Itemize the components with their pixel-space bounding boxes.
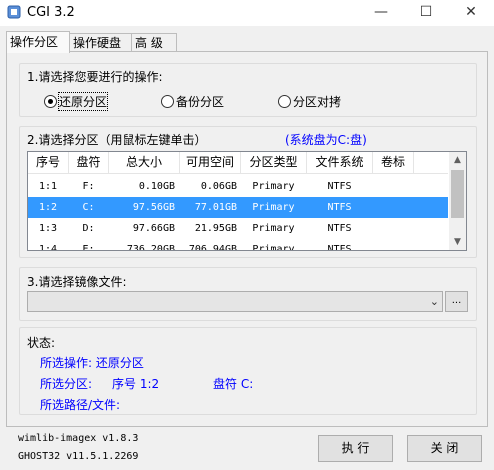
table-header: 序号 盘符 总大小 可用空间 分区类型 文件系统 卷标 xyxy=(28,152,448,174)
image-file-combobox[interactable]: ⌄ xyxy=(27,291,443,312)
window-title: CGI 3.2 xyxy=(27,5,75,20)
cell-fs: NTFS xyxy=(327,244,352,251)
title-bar: CGI 3.2 — ☐ ✕ xyxy=(0,0,494,26)
browse-button[interactable]: ... xyxy=(445,291,468,312)
status-partition-label: 所选分区: xyxy=(40,377,93,391)
radio-copy-label: 分区对拷 xyxy=(293,95,342,109)
cell-total: 97.66GB xyxy=(132,223,175,234)
cell-num: 1:4 xyxy=(38,244,58,251)
cell-free: 21.95GB xyxy=(194,223,237,234)
column-header-label[interactable]: 卷标 xyxy=(373,152,414,173)
scroll-up-icon[interactable]: ▲ xyxy=(449,152,466,168)
radio-restore-label: 还原分区 xyxy=(57,92,109,111)
cell-total: 97.56GB xyxy=(132,202,175,213)
cell-type: Primary xyxy=(252,223,295,234)
table-row-selected[interactable]: 1:2 C: 97.56GB 77.01GB Primary NTFS xyxy=(28,197,448,218)
column-header-type[interactable]: 分区类型 xyxy=(241,152,307,173)
image-file-label: 3.请选择镜像文件: xyxy=(27,275,127,289)
radio-copy-indicator xyxy=(278,95,291,108)
cell-drive: F: xyxy=(82,181,95,192)
tab-operate-partition[interactable]: 操作分区 xyxy=(6,31,70,53)
status-label: 状态: xyxy=(27,336,56,350)
cell-type: Primary xyxy=(252,181,295,192)
table-scrollbar[interactable]: ▲ ▼ xyxy=(449,152,466,250)
maximize-button[interactable]: ☐ xyxy=(403,0,449,26)
cell-volume-label xyxy=(373,176,413,197)
cell-free: 706.94GB xyxy=(188,244,237,251)
cell-num: 1:3 xyxy=(38,223,58,234)
cell-num: 1:2 xyxy=(38,202,58,213)
execute-button[interactable]: 执 行 xyxy=(318,435,393,462)
operation-label: 1.请选择您要进行的操作: xyxy=(27,70,163,84)
table-row[interactable]: 1:1 F: 0.10GB 0.06GB Primary NTFS xyxy=(28,176,448,197)
status-operation: 所选操作: 还原分区 xyxy=(40,356,144,370)
partition-table[interactable]: 序号 盘符 总大小 可用空间 分区类型 文件系统 卷标 1:1 F: 0.10G… xyxy=(27,151,467,251)
cell-volume-label xyxy=(373,218,413,239)
cell-num: 1:1 xyxy=(38,181,58,192)
status-partition-drive: 盘符 C: xyxy=(213,377,254,391)
cell-fs: NTFS xyxy=(327,181,352,192)
column-header-total[interactable]: 总大小 xyxy=(109,152,180,173)
tab-operate-disk[interactable]: 操作硬盘 xyxy=(69,33,133,52)
column-header-num[interactable]: 序号 xyxy=(28,152,69,173)
cell-volume-label xyxy=(373,197,413,218)
cell-volume-label xyxy=(373,239,413,250)
status-path: 所选路径/文件: xyxy=(40,398,121,412)
table-row[interactable]: 1:3 D: 97.66GB 21.95GB Primary NTFS xyxy=(28,218,448,239)
wimlib-version: wimlib-imagex v1.8.3 xyxy=(18,433,139,444)
column-header-fs[interactable]: 文件系统 xyxy=(307,152,373,173)
chevron-down-icon[interactable]: ⌄ xyxy=(430,292,439,311)
cell-fs: NTFS xyxy=(327,202,352,213)
radio-backup-indicator xyxy=(161,95,174,108)
radio-backup-label: 备份分区 xyxy=(176,95,225,109)
cell-total: 0.10GB xyxy=(138,181,175,192)
cell-drive: D: xyxy=(82,223,95,234)
system-disk-note: (系统盘为C:盘) xyxy=(285,133,367,147)
column-header-drive[interactable]: 盘符 xyxy=(69,152,109,173)
minimize-button[interactable]: — xyxy=(358,0,404,26)
status-partition-number: 序号 1:2 xyxy=(112,377,160,391)
cell-free: 0.06GB xyxy=(200,181,237,192)
table-row[interactable]: 1:4 E: 736.20GB 706.94GB Primary NTFS xyxy=(28,239,448,251)
radio-restore-indicator xyxy=(44,95,57,108)
app-icon xyxy=(7,5,21,19)
cell-fs: NTFS xyxy=(327,223,352,234)
cell-type: Primary xyxy=(252,244,295,251)
scroll-down-icon[interactable]: ▼ xyxy=(449,234,466,250)
cell-free: 77.01GB xyxy=(194,202,237,213)
partition-label: 2.请选择分区（用鼠标左键单击） xyxy=(27,133,207,147)
close-button[interactable]: 关 闭 xyxy=(407,435,482,462)
close-window-button[interactable]: ✕ xyxy=(448,0,494,26)
ghost-version: GHOST32 v11.5.1.2269 xyxy=(18,451,139,462)
cell-total: 736.20GB xyxy=(126,244,175,251)
cell-type: Primary xyxy=(252,202,295,213)
column-header-free[interactable]: 可用空间 xyxy=(180,152,241,173)
cell-drive: E: xyxy=(82,244,95,251)
tab-advanced[interactable]: 高 级 xyxy=(131,33,177,52)
cell-drive: C: xyxy=(82,202,95,213)
scroll-thumb[interactable] xyxy=(451,170,464,218)
